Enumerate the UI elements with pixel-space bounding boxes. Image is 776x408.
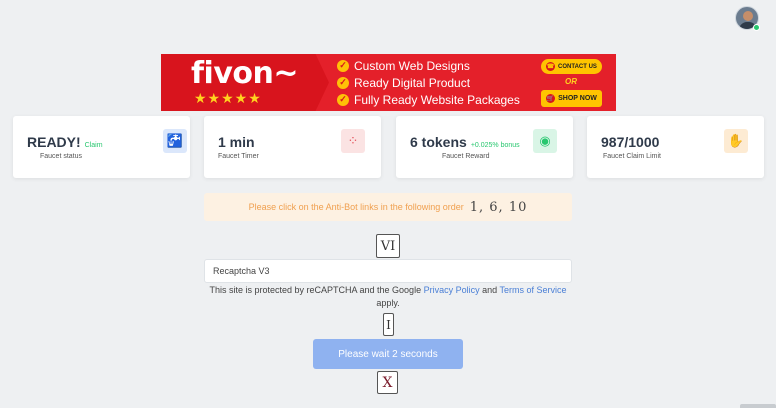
user-avatar-icon: [743, 11, 753, 21]
ad-feature-text: Custom Web Designs: [354, 58, 470, 73]
faucet-status-card: READY! Claim Faucet status 🚰: [13, 116, 190, 178]
check-icon: ✓: [337, 76, 349, 89]
faucet-status-text: READY!: [27, 134, 81, 150]
recaptcha-notice-and: and: [482, 285, 498, 295]
ad-feature-text: Fully Ready Website Packages: [354, 92, 520, 107]
ad-feature-list: ✓ Custom Web Designs ✓ Ready Digital Produ…: [337, 57, 520, 108]
phone-icon: ☎: [546, 62, 556, 71]
or-label: OR: [565, 77, 577, 86]
faucet-reward-label: Faucet Reward: [442, 153, 490, 160]
faucet-timer-card: 1 min Faucet Timer ⁘: [204, 116, 381, 178]
antibot-order-captcha: 1, 6, 10: [469, 199, 528, 215]
antibot-link-i[interactable]: I: [383, 313, 394, 336]
check-icon: ✓: [337, 59, 349, 72]
bonus-badge: +0.025% bonus: [470, 142, 520, 149]
contact-us-label: CONTACT US: [558, 63, 597, 70]
captcha-type-select[interactable]: Recaptcha V3: [204, 259, 572, 283]
cart-icon: 🛒: [546, 94, 556, 103]
faucet-reward-text: 6 tokens: [410, 134, 467, 150]
ad-feature-item: ✓ Fully Ready Website Packages: [337, 91, 520, 108]
spinner-icon: ⁘: [341, 129, 365, 153]
faucet-timer-label: Faucet Timer: [218, 153, 259, 160]
privacy-policy-link[interactable]: Privacy Policy: [424, 285, 480, 295]
ad-feature-item: ✓ Custom Web Designs: [337, 57, 520, 74]
claim-badge: Claim: [84, 142, 103, 149]
faucet-status-label: Faucet status: [40, 153, 83, 160]
hand-icon: ✋: [724, 129, 748, 153]
faucet-reward-value: 6 tokens +0.025% bonus: [410, 134, 520, 150]
antibot-notice: Please click on the Anti-Bot links in th…: [204, 193, 572, 221]
scrollbar-thumb[interactable]: [740, 404, 776, 408]
antibot-link-x[interactable]: X: [377, 371, 398, 394]
antibot-instruction: Please click on the Anti-Bot links in th…: [248, 202, 464, 212]
terms-of-service-link[interactable]: Terms of Service: [500, 285, 567, 295]
ad-logo: fivon~: [191, 56, 299, 91]
antibot-link-vi[interactable]: VI: [376, 234, 400, 258]
claim-submit-button[interactable]: Please wait 2 seconds: [313, 339, 463, 369]
faucet-timer-value: 1 min: [218, 134, 255, 150]
recaptcha-notice: This site is protected by reCAPTCHA and …: [204, 284, 572, 310]
recaptcha-notice-prefix: This site is protected by reCAPTCHA and …: [209, 285, 422, 295]
faucet-icon: 🚰: [163, 129, 187, 153]
faucet-reward-card: 6 tokens +0.025% bonus Faucet Reward ◉: [396, 116, 573, 178]
recaptcha-notice-suffix: apply.: [376, 298, 400, 308]
faucet-claim-limit-value: 987/1000: [601, 134, 660, 150]
shop-now-button[interactable]: 🛒 SHOP NOW: [541, 90, 602, 107]
ad-feature-item: ✓ Ready Digital Product: [337, 74, 520, 91]
ad-feature-text: Ready Digital Product: [354, 75, 471, 90]
coins-icon: ◉: [533, 129, 557, 153]
online-status-dot: [753, 24, 760, 31]
contact-us-button[interactable]: ☎ CONTACT US: [541, 59, 602, 74]
ad-banner[interactable]: fivon~ ★★★★★ ✓ Custom Web Designs ✓ Ready …: [161, 54, 616, 111]
shop-now-label: SHOP NOW: [558, 95, 597, 102]
faucet-status-value: READY! Claim: [27, 134, 103, 150]
check-icon: ✓: [337, 93, 349, 106]
rating-stars-icon: ★★★★★: [194, 90, 262, 106]
faucet-claim-limit-label: Faucet Claim Limit: [603, 153, 661, 160]
faucet-claim-limit-card: 987/1000 Faucet Claim Limit ✋: [587, 116, 764, 178]
